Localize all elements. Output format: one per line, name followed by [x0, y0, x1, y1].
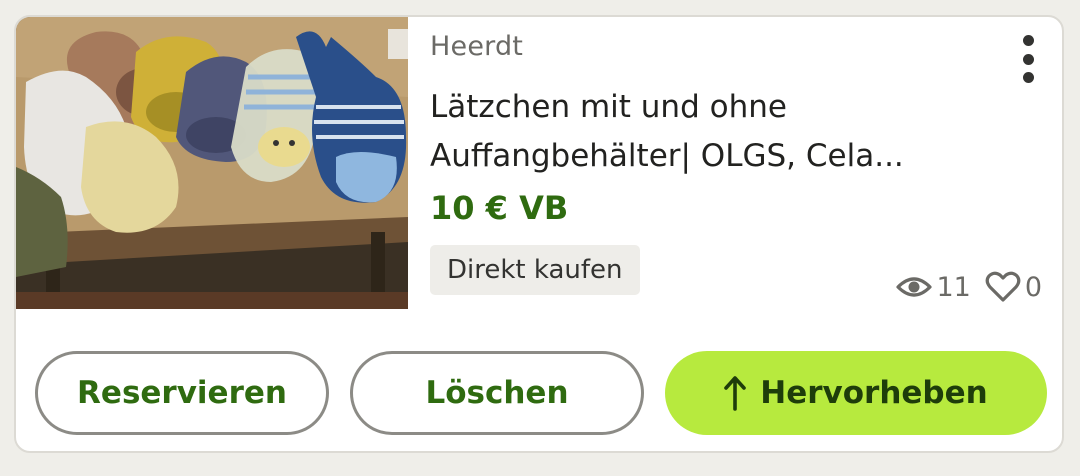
reserve-button[interactable]: Reservieren	[35, 351, 329, 435]
likes-stat: 0	[985, 271, 1042, 303]
arrow-up-icon	[724, 376, 747, 411]
listing-card[interactable]: Heerdt Lätzchen mit und ohne Auffangbehä…	[14, 15, 1064, 453]
delete-button[interactable]: Löschen	[350, 351, 644, 435]
likes-count: 0	[1024, 271, 1042, 303]
listing-title-line-1: Lätzchen mit und ohne	[430, 89, 787, 125]
listing-info: Heerdt Lätzchen mit und ohne Auffangbehä…	[430, 17, 1062, 317]
listing-title-line-2: Auffangbehälter| OLGS, Cela...	[430, 138, 904, 174]
views-count: 11	[936, 271, 971, 303]
highlight-button-label: Hervorheben	[760, 375, 988, 411]
heart-icon	[985, 271, 1021, 302]
highlight-button[interactable]: Hervorheben	[665, 351, 1047, 435]
listing-photo[interactable]	[16, 17, 408, 309]
delete-button-label: Löschen	[425, 375, 569, 411]
direct-buy-badge: Direkt kaufen	[430, 245, 640, 295]
listing-stats: 11 0	[896, 271, 1042, 303]
listing-actions: Reservieren Löschen Hervorheben	[35, 351, 1047, 437]
views-stat: 11	[896, 271, 971, 303]
more-vertical-icon	[1022, 35, 1034, 46]
listing-location: Heerdt	[430, 31, 524, 62]
listing-price: 10 € VB	[430, 189, 569, 227]
eye-icon	[896, 277, 933, 297]
reserve-button-label: Reservieren	[77, 375, 287, 411]
more-options-button[interactable]	[1016, 35, 1040, 83]
listing-title[interactable]: Lätzchen mit und ohne Auffangbehälter| O…	[430, 83, 990, 181]
